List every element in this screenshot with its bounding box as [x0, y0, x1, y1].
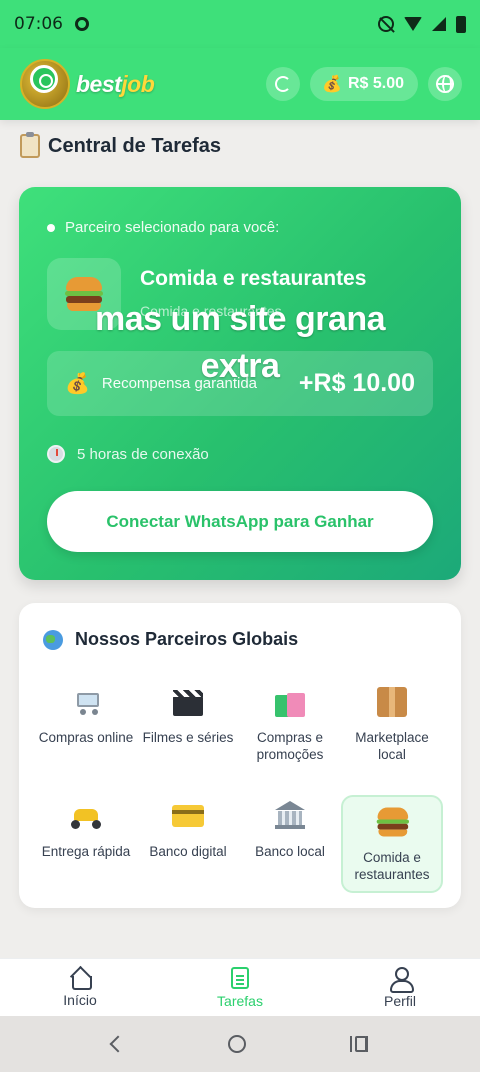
refresh-icon [275, 76, 292, 92]
bullet-dot [47, 223, 55, 232]
hamburger-icon [376, 807, 409, 837]
bottom-nav: Início Tarefas Perfil [0, 958, 480, 1016]
battery-icon [456, 15, 466, 33]
money-bag-icon: 💰 [322, 76, 342, 93]
user-icon [389, 966, 414, 993]
partner-filmes-series[interactable]: Filmes e séries [137, 681, 239, 779]
selected-partner-text: Parceiro selecionado para você: [65, 219, 280, 236]
duration-text: 5 horas de conexão [77, 445, 209, 463]
partner-subtitle: Comida e restaurantes [140, 303, 282, 319]
status-icons [378, 15, 466, 33]
nav-item-inicio[interactable]: Início [0, 959, 160, 1016]
balance-value: R$ 5.00 [347, 75, 404, 92]
partner-label: Filmes e séries [142, 730, 234, 745]
partner-entrega-rapida[interactable]: Entrega rápida [35, 795, 137, 893]
clapperboard-icon [173, 688, 203, 716]
home-icon [69, 968, 92, 990]
partners-header: Nossos Parceiros Globais [43, 629, 298, 650]
partner-label: Compras e promoções [256, 730, 324, 762]
globe-icon [436, 75, 454, 93]
shopping-bags-icon [275, 687, 305, 717]
shopping-cart-icon [71, 689, 101, 715]
logo-main: best [76, 70, 122, 97]
partners-grid: Compras online Filmes e séries Compras e… [35, 681, 445, 893]
section-title: Central de Tarefas [48, 134, 222, 157]
status-time: 07:06 [14, 14, 63, 34]
document-icon [231, 966, 249, 989]
hamburger-icon [65, 277, 103, 311]
partner-compras-promocoes[interactable]: Compras e promoções [239, 681, 341, 779]
partner-compras-online[interactable]: Compras online [35, 681, 137, 779]
package-icon [377, 687, 407, 717]
partner-label: Comida e restaurantes [354, 850, 430, 882]
reward-label: Recompensa garantida [101, 375, 258, 392]
stopwatch-icon [47, 445, 65, 463]
connect-whatsapp-button[interactable]: Conectar WhatsApp para Ganhar [47, 491, 433, 552]
partner-label: Entrega rápida [41, 844, 131, 859]
task-card: Parceiro selecionado para você: Comida e… [19, 187, 461, 580]
app-notification-icon [75, 17, 89, 31]
reward-value: +R$ 10.00 [298, 369, 415, 397]
partner-banco-local[interactable]: Banco local [239, 795, 341, 893]
signal-icon [432, 17, 446, 31]
partner-label: Banco local [255, 844, 325, 859]
partner-label: Marketplace local [355, 730, 429, 762]
nav-item-tarefas[interactable]: Tarefas [160, 959, 320, 1016]
brand-logo: bestjob [76, 70, 155, 98]
scooter-icon [70, 803, 102, 829]
nav-label: Tarefas [217, 992, 263, 1009]
partners-card: Nossos Parceiros Globais Compras online … [19, 603, 461, 908]
nav-label: Perfil [384, 992, 416, 1009]
partner-label: Banco digital [149, 844, 227, 859]
logo-accent: job [121, 70, 155, 97]
partner-logo [47, 258, 121, 330]
connection-duration: 5 horas de conexão [47, 445, 209, 463]
partner-marketplace-local[interactable]: Marketplace local [341, 681, 443, 779]
selected-partner-label: Parceiro selecionado para você: [47, 219, 279, 236]
partner-label: Compras online [38, 730, 134, 745]
money-bag-icon: 💰 [65, 373, 90, 395]
section-header: Central de Tarefas [20, 132, 222, 158]
mute-icon [378, 16, 394, 32]
reward-box: 💰 Recompensa garantida +R$ 10.00 [47, 351, 433, 416]
partner-banco-digital[interactable]: Banco digital [137, 795, 239, 893]
partner-name: Comida e restaurantes [140, 267, 367, 290]
bank-icon [275, 801, 305, 831]
system-nav-bar [0, 1016, 480, 1072]
back-icon[interactable] [109, 1035, 127, 1053]
nav-item-perfil[interactable]: Perfil [320, 959, 480, 1016]
language-button[interactable] [428, 67, 462, 101]
credit-card-icon [172, 805, 204, 827]
balance-pill[interactable]: 💰 R$ 5.00 [310, 67, 418, 101]
partners-title: Nossos Parceiros Globais [75, 629, 299, 649]
wifi-icon [404, 17, 422, 31]
app-header: bestjob 💰 R$ 5.00 [0, 48, 480, 120]
refresh-button[interactable] [266, 67, 301, 101]
nav-label: Início [63, 991, 97, 1008]
whatsapp-logo-icon [20, 59, 70, 109]
clipboard-icon [20, 132, 40, 158]
recents-icon[interactable] [350, 1036, 368, 1052]
globe-icon [43, 629, 63, 650]
home-button-icon[interactable] [228, 1035, 246, 1053]
status-bar: 07:06 [0, 0, 480, 48]
partner-comida-restaurantes[interactable]: Comida e restaurantes [341, 795, 443, 893]
